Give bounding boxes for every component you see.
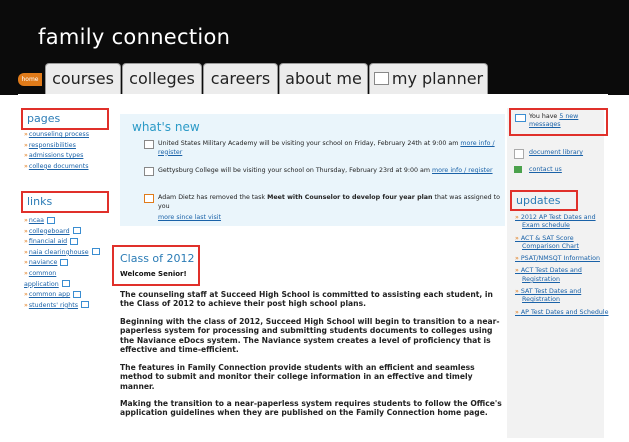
messages-box: You have 5 new messages (509, 108, 608, 136)
links-heading-box: links (21, 191, 109, 213)
updates-item[interactable]: 2012 AP Test Dates and Exam schedule (515, 214, 611, 231)
links-item[interactable]: naviance (24, 258, 114, 269)
links-item[interactable]: naia clearinghouse (24, 248, 114, 259)
document-library-icon (514, 149, 524, 159)
updates-list: 2012 AP Test Dates and Exam schedule ACT… (515, 214, 611, 321)
tab-careers[interactable]: careers (203, 63, 278, 94)
updates-item[interactable]: AP Test Dates and Schedule (515, 309, 611, 317)
app-frame: family connection home courses colleges … (0, 0, 629, 442)
class-heading-box: Class of 2012 Welcome Senior! (112, 245, 200, 286)
links-item[interactable]: common application (24, 269, 84, 290)
document-library-link[interactable]: document library (529, 149, 583, 157)
news-text: United States Military Academy will be v… (158, 140, 502, 157)
external-link-icon (47, 216, 56, 224)
tab-courses-label: courses (52, 69, 114, 88)
links-list: ncaa collegeboard financial aid naia cle… (24, 216, 114, 311)
calendar-icon (144, 167, 154, 176)
pages-item[interactable]: college documents (24, 162, 89, 173)
mail-icon (515, 114, 526, 122)
link-text: naviance (28, 259, 58, 267)
news-item-text: United States Military Academy will be v… (158, 140, 459, 147)
pages-list: counseling process responsibilities admi… (24, 130, 89, 172)
links-item[interactable]: ncaa (24, 216, 114, 227)
pages-heading: pages (27, 112, 61, 125)
app-title: family connection (38, 25, 231, 49)
news-item-text: Gettysburg College will be visiting your… (158, 167, 430, 174)
tab-my-planner[interactable]: my planner (369, 63, 488, 94)
class-paragraph: The features in Family Connection provid… (120, 363, 475, 391)
news-item: United States Military Academy will be v… (132, 140, 502, 158)
tab-home[interactable]: home (18, 73, 42, 86)
planner-icon (373, 72, 389, 85)
tab-my-planner-label: my planner (391, 69, 484, 88)
external-link-icon (81, 301, 90, 309)
links-heading: links (27, 195, 53, 208)
messages-text: You have 5 new messages (529, 113, 603, 130)
messages-prefix: You have (529, 113, 560, 120)
links-item[interactable]: financial aid (24, 237, 114, 248)
news-item-text-prefix: Adam Dietz has removed the task (158, 194, 268, 201)
class-heading: Class of 2012 (120, 252, 195, 265)
whats-new-heading: what's new (132, 120, 200, 134)
tab-about-me-label: about me (285, 69, 362, 88)
class-paragraph: The counseling staff at Succeed High Sch… (120, 290, 493, 309)
external-link-icon (91, 248, 100, 256)
news-item: Adam Dietz has removed the task Meet wit… (132, 194, 502, 212)
contact-icon (514, 166, 522, 173)
link-text: common application (24, 269, 59, 288)
tab-colleges-label: colleges (129, 69, 195, 88)
tab-colleges[interactable]: colleges (122, 63, 202, 94)
external-link-icon (70, 237, 79, 245)
link-text: naia clearinghouse (28, 248, 89, 256)
links-item[interactable]: students' rights (24, 301, 114, 312)
link-text: ncaa (28, 217, 45, 224)
link-text: students' rights (28, 301, 79, 309)
external-link-icon (61, 280, 70, 288)
news-item-task-name: Meet with Counselor to develop four year… (267, 194, 433, 201)
news-text: Adam Dietz has removed the task Meet wit… (158, 194, 502, 211)
more-info-link[interactable]: more info / register (432, 167, 493, 174)
external-link-icon (72, 227, 81, 235)
links-item[interactable]: collegeboard (24, 227, 114, 238)
link-text: common app (28, 291, 71, 299)
link-text: collegeboard (28, 227, 70, 235)
header-bar: family connection home courses colleges … (0, 0, 629, 95)
external-link-icon (73, 290, 82, 298)
pages-item[interactable]: responsibilities (24, 141, 89, 152)
calendar-icon (144, 140, 154, 149)
updates-item[interactable]: ACT & SAT Score Comparison Chart (515, 235, 611, 252)
updates-item[interactable]: SAT Test Dates and Registration (515, 288, 611, 305)
pages-item[interactable]: counseling process (24, 130, 89, 141)
external-link-icon (60, 258, 69, 266)
updates-item[interactable]: PSAT/NMSQT Information (515, 255, 611, 263)
whats-new-panel: what's new United States Military Academ… (120, 114, 505, 226)
class-paragraph: Beginning with the class of 2012, Succee… (120, 317, 500, 354)
pages-item[interactable]: admissions types (24, 151, 89, 162)
welcome-message: Welcome Senior! (120, 270, 187, 278)
updates-item[interactable]: ACT Test Dates and Registration (515, 267, 611, 284)
link-text: financial aid (28, 238, 68, 246)
news-item: Gettysburg College will be visiting your… (132, 167, 502, 185)
more-since-last-visit-link[interactable]: more since last visit (158, 214, 221, 221)
tab-courses[interactable]: courses (45, 63, 121, 94)
contact-us-link[interactable]: contact us (529, 166, 562, 174)
updates-heading-box: updates (510, 190, 578, 211)
tab-about-me[interactable]: about me (279, 63, 368, 94)
news-text: Gettysburg College will be visiting your… (158, 167, 502, 176)
class-paragraph: Making the transition to a near-paperles… (120, 399, 502, 418)
updates-heading: updates (516, 194, 561, 207)
tab-careers-label: careers (210, 69, 271, 88)
links-item[interactable]: common app (24, 290, 114, 301)
main-content: pages counseling process responsibilitie… (18, 94, 608, 442)
pages-heading-box: pages (21, 108, 109, 130)
task-icon (144, 194, 154, 203)
